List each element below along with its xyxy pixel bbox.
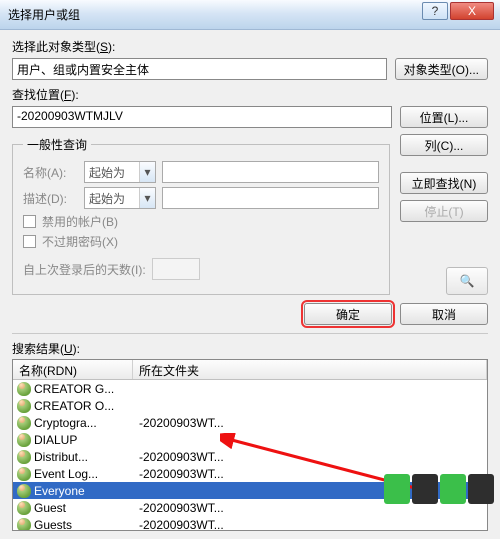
disabled-accounts-checkbox[interactable]: 禁用的帐户(B) <box>23 213 379 230</box>
dialog-body: 选择此对象类型(S): 用户、组或内置安全主体 对象类型(O)... 查找位置(… <box>0 30 500 539</box>
group-legend: 一般性查询 <box>23 136 91 153</box>
table-row[interactable]: DIALUP <box>13 431 487 448</box>
magnifier-icon: 🔍 <box>460 274 475 288</box>
row-name: CREATOR O... <box>34 399 114 413</box>
title-bar: 选择用户或组 ? X <box>0 0 500 30</box>
row-name: Cryptogra... <box>34 416 97 430</box>
locations-button[interactable]: 位置(L)... <box>400 106 488 128</box>
row-name: Distribut... <box>34 450 88 464</box>
row-name: DIALUP <box>34 433 77 447</box>
cancel-button[interactable]: 取消 <box>400 303 488 325</box>
group-icon <box>17 399 31 413</box>
table-row[interactable]: Cryptogra... -20200903WT... <box>13 414 487 431</box>
group-icon <box>17 518 31 532</box>
name-label: 名称(A): <box>23 164 78 181</box>
group-icon <box>17 416 31 430</box>
table-row[interactable]: Guests -20200903WT... <box>13 516 487 531</box>
search-icon-button[interactable]: 🔍 <box>446 267 488 295</box>
column-folder[interactable]: 所在文件夹 <box>133 360 487 379</box>
chevron-down-icon: ▾ <box>139 188 155 208</box>
table-row[interactable]: Distribut... -20200903WT... <box>13 448 487 465</box>
help-button[interactable]: ? <box>422 2 448 20</box>
row-name: Everyone <box>34 484 85 498</box>
results-label: 搜索结果(U): <box>12 340 488 357</box>
location-field[interactable]: -20200903WTMJLV <box>12 106 392 128</box>
object-type-field[interactable]: 用户、组或内置安全主体 <box>12 58 387 80</box>
watermark <box>384 474 494 504</box>
desc-combo[interactable]: 起始为▾ <box>84 187 156 209</box>
group-icon <box>17 433 31 447</box>
location-label: 查找位置(F): <box>12 86 488 103</box>
group-icon <box>17 382 31 396</box>
stop-button[interactable]: 停止(T) <box>400 200 488 222</box>
desc-label: 描述(D): <box>23 190 78 207</box>
row-name: CREATOR G... <box>34 382 114 396</box>
object-type-label: 选择此对象类型(S): <box>12 38 488 55</box>
row-name: Guests <box>34 518 72 532</box>
window-title: 选择用户或组 <box>8 6 80 23</box>
days-since-logon-label: 自上次登录后的天数(I): <box>23 261 146 278</box>
row-folder: -20200903WT... <box>133 450 487 464</box>
column-name[interactable]: 名称(RDN) <box>13 360 133 379</box>
table-row[interactable]: CREATOR O... <box>13 397 487 414</box>
name-input[interactable] <box>162 161 379 183</box>
object-types-button[interactable]: 对象类型(O)... <box>395 58 488 80</box>
checkbox-icon <box>23 215 36 228</box>
close-button[interactable]: X <box>450 2 494 20</box>
row-folder: -20200903WT... <box>133 518 487 532</box>
days-since-logon-spinner[interactable] <box>152 258 200 280</box>
chevron-down-icon: ▾ <box>139 162 155 182</box>
name-combo[interactable]: 起始为▾ <box>84 161 156 183</box>
group-icon <box>17 484 31 498</box>
group-icon <box>17 450 31 464</box>
listview-header[interactable]: 名称(RDN) 所在文件夹 <box>13 360 487 380</box>
common-queries-group: 一般性查询 名称(A): 起始为▾ 描述(D): 起始为▾ 禁用的帐户(B) 不… <box>12 144 390 295</box>
ok-button[interactable]: 确定 <box>304 303 392 325</box>
group-icon <box>17 467 31 481</box>
results-listview[interactable]: 名称(RDN) 所在文件夹 CREATOR G...CREATOR O...Cr… <box>12 359 488 531</box>
row-folder: -20200903WT... <box>133 416 487 430</box>
columns-button[interactable]: 列(C)... <box>400 134 488 156</box>
row-name: Guest <box>34 501 66 515</box>
row-name: Event Log... <box>34 467 98 481</box>
non-expiring-password-checkbox[interactable]: 不过期密码(X) <box>23 233 379 250</box>
checkbox-icon <box>23 235 36 248</box>
find-now-button[interactable]: 立即查找(N) <box>400 172 488 194</box>
table-row[interactable]: CREATOR G... <box>13 380 487 397</box>
desc-input[interactable] <box>162 187 379 209</box>
group-icon <box>17 501 31 515</box>
